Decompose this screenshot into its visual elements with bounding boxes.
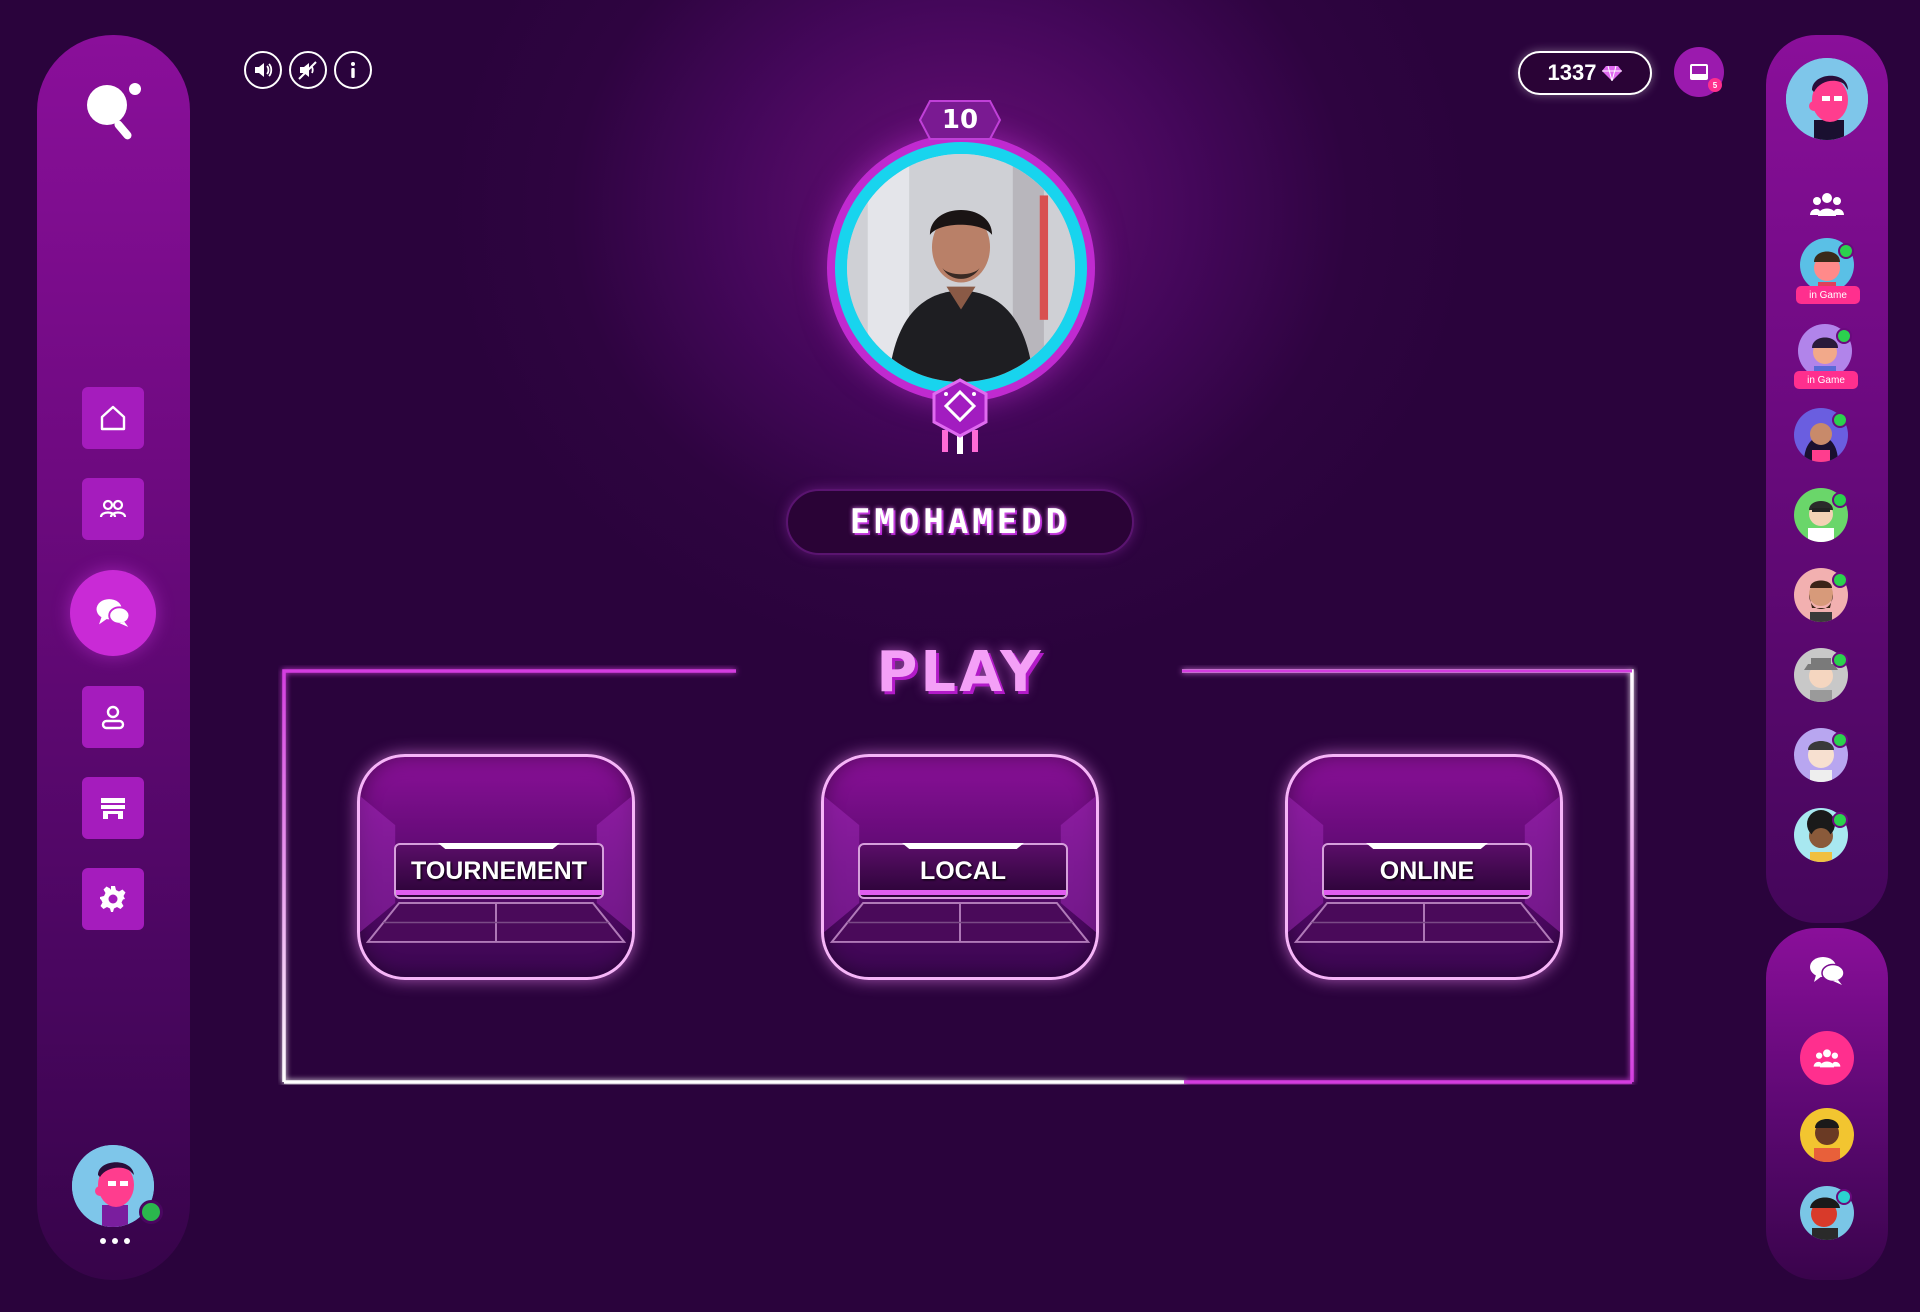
nav-chat-button[interactable] <box>70 570 156 656</box>
chat-contact-avatar-1[interactable] <box>1800 1108 1854 1162</box>
chat-icon <box>96 599 131 627</box>
group-icon <box>1813 1049 1841 1068</box>
online-status-dot <box>1836 1189 1852 1205</box>
friend-avatar-icon <box>1814 1119 1840 1162</box>
friend-status-badge: in Game <box>1794 371 1858 389</box>
store-icon <box>101 798 125 819</box>
sound-off-button[interactable] <box>289 51 327 89</box>
online-status-dot <box>1832 812 1848 828</box>
online-status-dot <box>1832 412 1848 428</box>
profile-photo[interactable] <box>847 154 1075 382</box>
coin-balance[interactable]: 1337 <box>1518 51 1652 95</box>
online-status-dot <box>1832 732 1848 748</box>
friend-status-badge: in Game <box>1796 286 1860 304</box>
mode-label: LOCAL <box>858 843 1068 899</box>
nav-profile-button[interactable] <box>82 686 144 748</box>
profile-picture-frame <box>827 134 1095 402</box>
inbox-button[interactable]: 5 <box>1674 47 1724 97</box>
username-text: EMOHAMEDD <box>849 502 1071 542</box>
mode-label: TOURNEMENT <box>394 843 604 899</box>
diamond-icon <box>1602 65 1623 81</box>
gear-icon <box>100 886 126 912</box>
ping-pong-logo-icon[interactable] <box>79 75 149 145</box>
online-status-dot <box>1836 328 1852 344</box>
coin-amount: 1337 <box>1547 60 1597 85</box>
sound-on-button[interactable] <box>244 51 282 89</box>
nav-home-button[interactable] <box>82 387 144 449</box>
sound-off-icon <box>298 61 317 80</box>
users-icon <box>99 499 127 518</box>
tournament-mode-button[interactable]: TOURNEMENT <box>357 754 635 980</box>
info-icon <box>351 62 355 78</box>
user-icon <box>101 705 125 730</box>
nav-friends-button[interactable] <box>82 478 144 540</box>
level-number: 10 <box>941 105 979 135</box>
inbox-icon <box>1690 64 1708 80</box>
left-sidebar <box>37 35 190 1280</box>
local-mode-button[interactable]: LOCAL <box>821 754 1099 980</box>
friends-list-icon <box>1810 193 1844 216</box>
sound-on-icon <box>255 63 273 77</box>
level-badge: 10 <box>918 99 1002 141</box>
home-icon <box>100 405 126 431</box>
online-status-dot <box>1832 572 1848 588</box>
online-status-dot <box>1838 243 1854 259</box>
inbox-count-badge: 5 <box>1708 78 1722 92</box>
online-mode-button[interactable]: ONLINE <box>1285 754 1563 980</box>
play-title: PLAY <box>876 640 1044 705</box>
username-plate: EMOHAMEDD <box>786 489 1134 555</box>
group-chat-button[interactable] <box>1800 1031 1854 1085</box>
rank-badge-icon <box>932 378 988 454</box>
user-photo-image <box>847 154 1075 382</box>
online-status-dot <box>1832 652 1848 668</box>
nav-store-button[interactable] <box>82 777 144 839</box>
more-options-button[interactable] <box>95 1238 135 1248</box>
my-profile-avatar[interactable] <box>1786 58 1868 140</box>
cartoon-avatar-icon <box>1786 58 1868 140</box>
online-status-dot <box>1832 492 1848 508</box>
chat-icon[interactable] <box>1808 954 1846 986</box>
nav-settings-button[interactable] <box>82 868 144 930</box>
right-sidebar <box>1766 35 1888 923</box>
online-status-dot <box>139 1200 163 1224</box>
info-button[interactable] <box>334 51 372 89</box>
mode-label: ONLINE <box>1322 843 1532 899</box>
